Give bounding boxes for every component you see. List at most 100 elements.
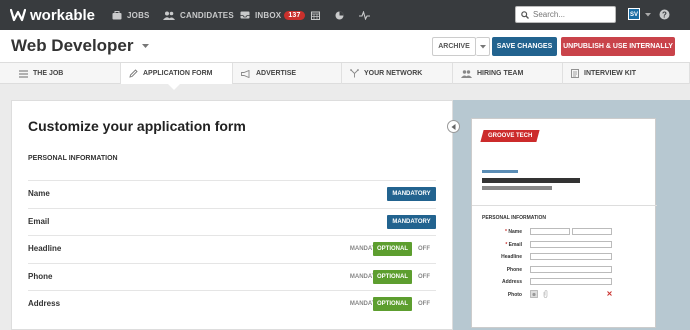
optional-option-headline[interactable]: OPTIONAL (373, 242, 412, 256)
network-icon (350, 69, 359, 78)
account-chevron-down-icon[interactable] (645, 13, 651, 17)
optional-option-phone[interactable]: OPTIONAL (373, 269, 412, 284)
field-label-name: Name (28, 189, 50, 198)
pie-chart-icon (335, 11, 344, 19)
paperclip-icon (543, 289, 548, 298)
search-input[interactable] (533, 10, 613, 19)
preview-label-address: Address (478, 279, 522, 285)
archive-dropdown-button[interactable] (476, 37, 490, 56)
nav-calendar[interactable] (311, 0, 325, 30)
nav-inbox[interactable]: INBOX 137 (240, 0, 305, 30)
tab-advertise[interactable]: ADVERTISE (233, 63, 342, 84)
tab-application-form[interactable]: APPLICATION FORM (121, 63, 233, 84)
preview-label-text-address: Address (501, 279, 522, 285)
preview-label-text-photo: Photo (507, 291, 522, 298)
optional-option-address[interactable]: OPTIONAL (373, 297, 412, 311)
preview-first-name-input (530, 228, 570, 235)
nav-jobs-label: JOBS (127, 10, 150, 20)
tab-interview-kit[interactable]: INTERVIEW KIT (563, 63, 690, 84)
field-row-headline: Headline MANDATORY OPTIONAL OFF (28, 235, 436, 263)
field-row-phone: Phone MANDATORY OPTIONAL OFF (28, 262, 436, 291)
title-chevron-down-icon[interactable] (142, 44, 150, 49)
preview-section-heading: PERSONAL INFORMATION (482, 215, 546, 221)
workable-logo-icon (10, 8, 26, 22)
people-icon (163, 11, 175, 20)
tab-the-job-label: THE JOB (33, 70, 64, 77)
search-icon (521, 10, 529, 19)
preview-label-text-email: Email (508, 241, 522, 248)
save-changes-button[interactable]: SAVE CHANGES (492, 37, 557, 56)
preview-accent-line (482, 170, 518, 173)
field-row-email: Email MANDATORY (28, 207, 436, 236)
megaphone-icon (241, 69, 250, 78)
preview-subtitle-placeholder (482, 186, 552, 190)
active-tab-pointer (168, 84, 180, 90)
help-icon[interactable]: ? (659, 9, 670, 20)
off-option-phone[interactable]: OFF (416, 270, 432, 284)
preview-label-text-name: Name (508, 229, 522, 235)
search-box[interactable] (515, 6, 616, 23)
tab-interview-kit-label: INTERVIEW KIT (584, 70, 636, 77)
top-navigation-bar: workable JOBS CANDIDATES INBOX 137 SV ? (0, 0, 690, 30)
preview-label-photo: Photo (478, 292, 522, 298)
tab-your-network-label: YOUR NETWORK (364, 70, 423, 77)
chevron-left-icon (451, 123, 456, 130)
required-marker: * (505, 229, 507, 235)
preview-input-headline (530, 253, 612, 260)
pulse-icon (359, 10, 370, 20)
preview-input-phone (530, 265, 612, 273)
preview-input-email (530, 240, 612, 248)
list-icon (19, 69, 28, 78)
application-form-preview: GROOVE TECH PERSONAL INFORMATION * Name *… (471, 118, 657, 328)
tab-application-form-label: APPLICATION FORM (143, 70, 213, 77)
tab-hiring-team-label: HIRING TEAM (477, 70, 524, 77)
tab-advertise-label: ADVERTISE (256, 70, 297, 77)
team-icon (461, 69, 472, 78)
preview-label-headline: Headline (478, 254, 522, 260)
off-option-address[interactable]: OFF (416, 297, 432, 311)
preview-label-email: * Email (478, 242, 522, 248)
tab-your-network[interactable]: YOUR NETWORK (342, 63, 453, 84)
section-heading-personal-information: PERSONAL INFORMATION (28, 155, 118, 162)
preview-input-address (530, 278, 612, 285)
inbox-count-badge: 137 (284, 10, 305, 20)
preview-label-text-headline: Headline (501, 254, 522, 260)
nav-inbox-label: INBOX (255, 10, 282, 20)
field-label-address: Address (28, 299, 61, 308)
company-logo-text: GROOVE TECH (488, 133, 533, 139)
calendar-icon (311, 11, 320, 20)
briefcase-icon (112, 10, 122, 19)
mandatory-badge-name: MANDATORY (387, 187, 436, 201)
preview-label-name: * Name (478, 229, 522, 235)
workable-logo[interactable]: workable (10, 6, 95, 24)
form-heading: Customize your application form (28, 118, 246, 134)
company-logo: GROOVE TECH (480, 130, 540, 142)
field-label-email: Email (28, 216, 50, 226)
nav-candidates[interactable]: CANDIDATES (163, 0, 234, 30)
off-option-headline[interactable]: OFF (416, 242, 432, 256)
unpublish-button[interactable]: UNPUBLISH & USE INTERNALLY (561, 37, 675, 56)
user-avatar[interactable]: SV (628, 8, 640, 20)
job-title: Web Developer (11, 36, 134, 55)
page-title[interactable]: Web Developer (11, 36, 150, 56)
archive-button[interactable]: ARCHIVE (432, 37, 476, 56)
nav-jobs[interactable]: JOBS (112, 0, 150, 30)
pencil-icon (129, 69, 138, 78)
remove-photo-icon (607, 290, 612, 296)
preview-title-placeholder (482, 178, 580, 183)
tab-the-job[interactable]: THE JOB (11, 63, 121, 84)
job-tabs: THE JOB APPLICATION FORM ADVERTISE YOUR … (0, 62, 690, 84)
field-label-phone: Phone (28, 271, 53, 281)
required-marker: * (505, 241, 508, 248)
collapse-preview-button[interactable] (447, 120, 460, 133)
tab-hiring-team[interactable]: HIRING TEAM (453, 63, 563, 84)
photo-upload-icon (530, 289, 538, 298)
nav-reports[interactable] (335, 0, 349, 30)
document-icon (571, 69, 579, 78)
preview-divider (472, 205, 657, 206)
nav-activity[interactable] (359, 0, 375, 30)
logo-text: workable (30, 6, 96, 24)
nav-candidates-label: CANDIDATES (180, 10, 234, 20)
preview-label-text-phone: Phone (506, 266, 522, 273)
chevron-down-icon (479, 44, 486, 48)
